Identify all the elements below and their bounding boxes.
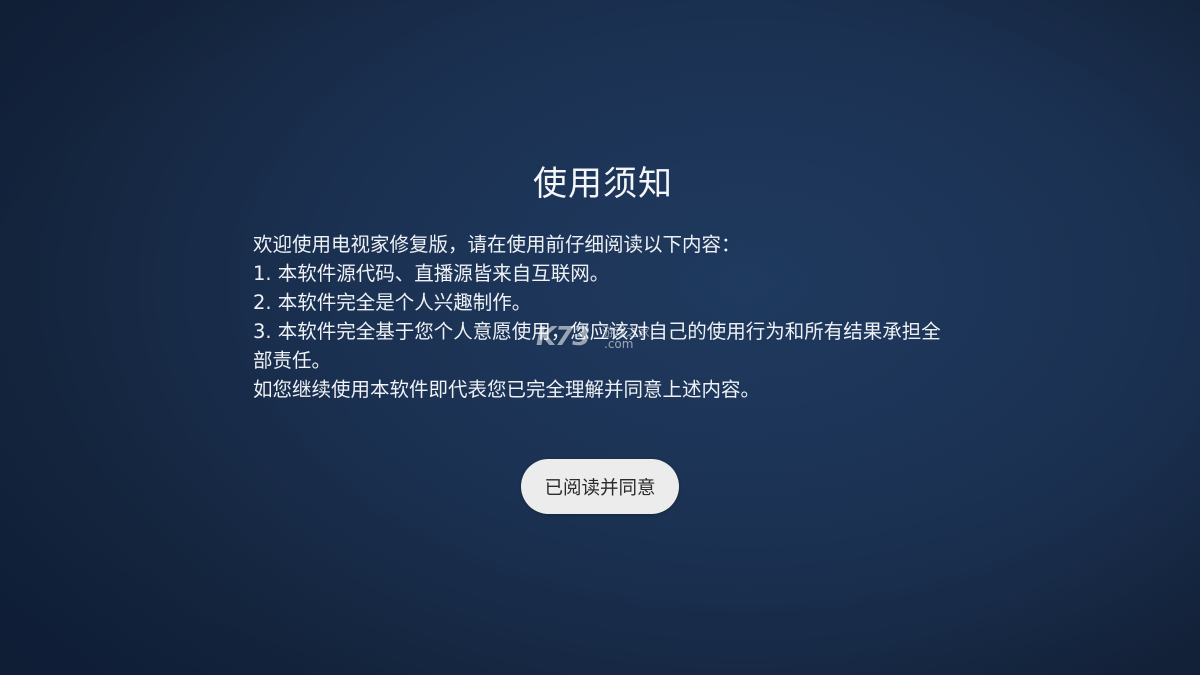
notice-item-3: 3. 本软件完全基于您个人意愿使用，您应该对自己的使用行为和所有结果承担全部责任… — [253, 320, 941, 372]
notice-closing: 如您继续使用本软件即代表您已完全理解并同意上述内容。 — [253, 378, 761, 401]
notice-item-1: 1. 本软件源代码、直播源皆来自互联网。 — [253, 262, 610, 285]
agree-button[interactable]: 已阅读并同意 — [521, 459, 679, 514]
notice-intro: 欢迎使用电视家修复版，请在使用前仔细阅读以下内容： — [253, 233, 741, 256]
notice-title: 使用须知 — [533, 164, 673, 204]
notice-item-2: 2. 本软件完全是个人兴趣制作。 — [253, 291, 532, 314]
usage-notice-dialog: 使用须知 欢迎使用电视家修复版，请在使用前仔细阅读以下内容： 1. 本软件源代码… — [253, 160, 953, 404]
notice-body: 欢迎使用电视家修复版，请在使用前仔细阅读以下内容： 1. 本软件源代码、直播源皆… — [253, 230, 953, 404]
